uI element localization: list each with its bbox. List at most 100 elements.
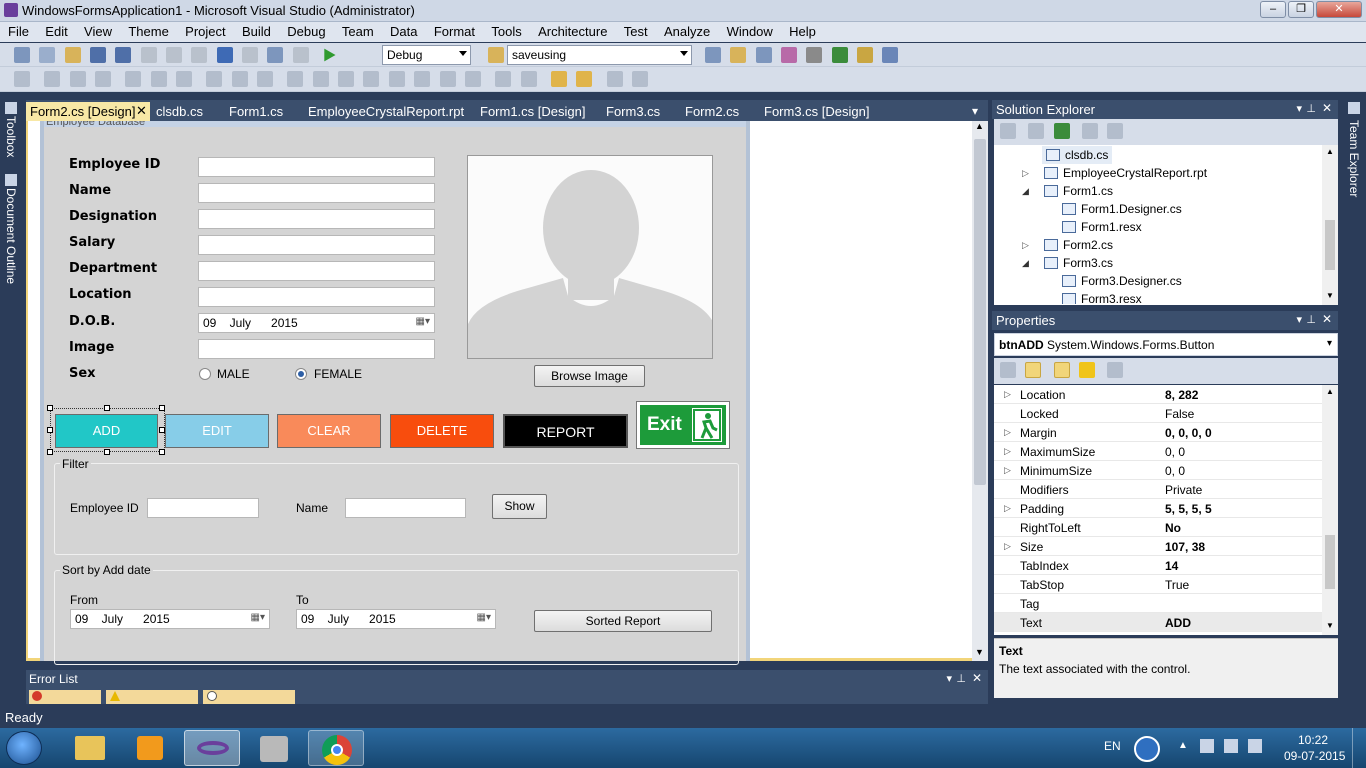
tree-item[interactable]: Form1.Designer.cs xyxy=(1062,200,1182,218)
solution-explorer-icon[interactable] xyxy=(705,47,721,63)
tree-item[interactable]: EmployeeCrystalReport.rpt xyxy=(1044,164,1207,182)
properties-icon[interactable] xyxy=(1000,123,1016,139)
clock-time[interactable]: 10:22 xyxy=(1298,733,1328,747)
add-item-icon[interactable] xyxy=(39,47,56,63)
menu-project[interactable]: Project xyxy=(185,22,225,39)
class-diagram-icon[interactable] xyxy=(1107,123,1124,139)
align-middles-icon[interactable] xyxy=(150,71,167,87)
show-button[interactable]: Show xyxy=(492,494,547,519)
property-row[interactable]: Locked False xyxy=(994,404,1324,423)
messages-filter-button[interactable] xyxy=(203,690,295,704)
to-date-picker[interactable]: 09 July 2015 ▦▾ xyxy=(296,609,496,629)
filter-employee-id-input[interactable] xyxy=(147,498,259,518)
horizontal-spacing-icon[interactable] xyxy=(287,71,304,87)
scroll-thumb[interactable] xyxy=(1325,535,1335,589)
media-player-taskbar-button[interactable] xyxy=(122,730,178,766)
tree-item[interactable]: Form3.cs xyxy=(1044,254,1113,272)
make-same-width-icon[interactable] xyxy=(206,71,223,87)
scroll-down-icon[interactable]: ▼ xyxy=(975,647,984,657)
property-row[interactable]: ▷ Size 107, 38 xyxy=(994,537,1324,556)
calendar-dropdown-icon[interactable]: ▦▾ xyxy=(416,316,430,327)
solution-explorer-scrollbar[interactable]: ▲ ▼ xyxy=(1322,145,1338,305)
align-to-grid-icon[interactable] xyxy=(14,71,30,87)
visual-studio-taskbar-button[interactable] xyxy=(184,730,240,766)
scroll-up-icon[interactable]: ▲ xyxy=(1326,147,1334,156)
errors-filter-button[interactable] xyxy=(29,690,101,704)
chrome-taskbar-button[interactable] xyxy=(308,730,364,766)
make-same-size-icon[interactable] xyxy=(257,71,274,87)
document-outline-tab[interactable]: Document Outline xyxy=(4,188,18,284)
edit-button[interactable]: EDIT xyxy=(165,414,269,448)
expand-icon[interactable]: ▷ xyxy=(1022,236,1029,254)
property-row[interactable]: ▷ Location 8, 282 xyxy=(994,385,1324,404)
center-vertically-icon[interactable] xyxy=(520,71,537,87)
property-row[interactable]: Modifiers Private xyxy=(994,480,1324,499)
volume-icon[interactable] xyxy=(1248,739,1262,753)
language-indicator[interactable]: EN xyxy=(1104,739,1121,753)
close-tab-icon[interactable]: ✕ xyxy=(136,103,147,119)
sorted-report-button[interactable]: Sorted Report xyxy=(534,610,712,632)
vertical-decrease-icon[interactable] xyxy=(439,71,456,87)
save-icon[interactable] xyxy=(90,47,107,63)
new-project-icon[interactable] xyxy=(14,47,30,63)
property-row-selected[interactable]: Text ADD xyxy=(994,613,1324,632)
add-button[interactable]: ADD xyxy=(55,414,158,448)
tab-clsdb[interactable]: clsdb.cs xyxy=(156,102,203,121)
tree-item[interactable]: Form1.resx xyxy=(1062,218,1142,236)
resize-handle[interactable] xyxy=(47,405,53,411)
vertical-increase-icon[interactable] xyxy=(414,71,431,87)
window-position-icon[interactable]: ▾ xyxy=(1296,313,1302,326)
object-browser-icon[interactable] xyxy=(755,47,772,63)
expand-icon[interactable]: ▷ xyxy=(1004,541,1011,552)
resize-handle[interactable] xyxy=(104,449,110,455)
categorized-icon[interactable] xyxy=(1000,362,1016,378)
resize-handle[interactable] xyxy=(47,427,53,433)
tree-item[interactable]: clsdb.cs xyxy=(1042,146,1113,164)
scroll-down-icon[interactable]: ▼ xyxy=(1326,621,1334,630)
property-pages-icon[interactable] xyxy=(1107,362,1124,378)
align-lefts-icon[interactable] xyxy=(44,71,61,87)
tools-icon[interactable] xyxy=(806,47,823,63)
expand-icon[interactable]: ▷ xyxy=(1004,503,1011,514)
vertical-remove-icon[interactable] xyxy=(464,71,481,87)
expand-icon[interactable]: ▷ xyxy=(1004,389,1011,400)
start-debugging-icon[interactable] xyxy=(324,48,336,62)
scroll-thumb[interactable] xyxy=(974,139,986,485)
cut-icon[interactable] xyxy=(140,47,157,63)
designer-vertical-scrollbar[interactable]: ▲ ▼ xyxy=(972,121,988,661)
open-file-icon[interactable] xyxy=(64,47,81,63)
menu-test[interactable]: Test xyxy=(624,22,648,39)
decrease-spacing-icon[interactable] xyxy=(338,71,355,87)
menu-data[interactable]: Data xyxy=(390,22,417,39)
property-row[interactable]: RightToLeft No xyxy=(994,518,1324,537)
collapse-icon[interactable]: ◢ xyxy=(1022,182,1029,200)
exit-button[interactable]: Exit xyxy=(636,401,730,449)
expand-icon[interactable]: ▷ xyxy=(1004,446,1011,457)
resize-handle[interactable] xyxy=(47,449,53,455)
delete-button[interactable]: DELETE xyxy=(390,414,494,448)
close-button[interactable]: ✕ xyxy=(1316,1,1362,18)
window-position-icon[interactable]: ▾ xyxy=(1296,102,1302,115)
solution-configuration-dropdown[interactable]: Debug xyxy=(382,45,471,65)
start-page-icon[interactable] xyxy=(831,47,848,63)
menu-tools[interactable]: Tools xyxy=(491,22,521,39)
explorer-taskbar-button[interactable] xyxy=(62,730,118,766)
team-explorer-tab[interactable]: Team Explorer xyxy=(1347,120,1361,197)
location-input[interactable] xyxy=(198,287,435,307)
scroll-up-icon[interactable]: ▲ xyxy=(975,121,984,131)
designation-input[interactable] xyxy=(198,209,435,229)
size-to-grid-icon[interactable] xyxy=(231,71,248,87)
expand-icon[interactable]: ▷ xyxy=(1022,164,1029,182)
bring-to-front-icon[interactable] xyxy=(550,71,567,87)
remove-spacing-icon[interactable] xyxy=(363,71,380,87)
tab-form2-design[interactable]: Form2.cs [Design] ✕ xyxy=(26,102,150,121)
close-icon[interactable]: ✕ xyxy=(1322,101,1332,115)
scroll-down-icon[interactable]: ▼ xyxy=(1326,291,1334,300)
save-all-icon[interactable] xyxy=(115,47,132,63)
property-row[interactable]: ▷ Margin 0, 0, 0, 0 xyxy=(994,423,1324,442)
tab-order-icon[interactable] xyxy=(631,71,648,87)
menu-help[interactable]: Help xyxy=(789,22,816,39)
tab-form2[interactable]: Form2.cs xyxy=(685,102,739,121)
menu-view[interactable]: View xyxy=(84,22,112,39)
vertical-spacing-icon[interactable] xyxy=(388,71,405,87)
